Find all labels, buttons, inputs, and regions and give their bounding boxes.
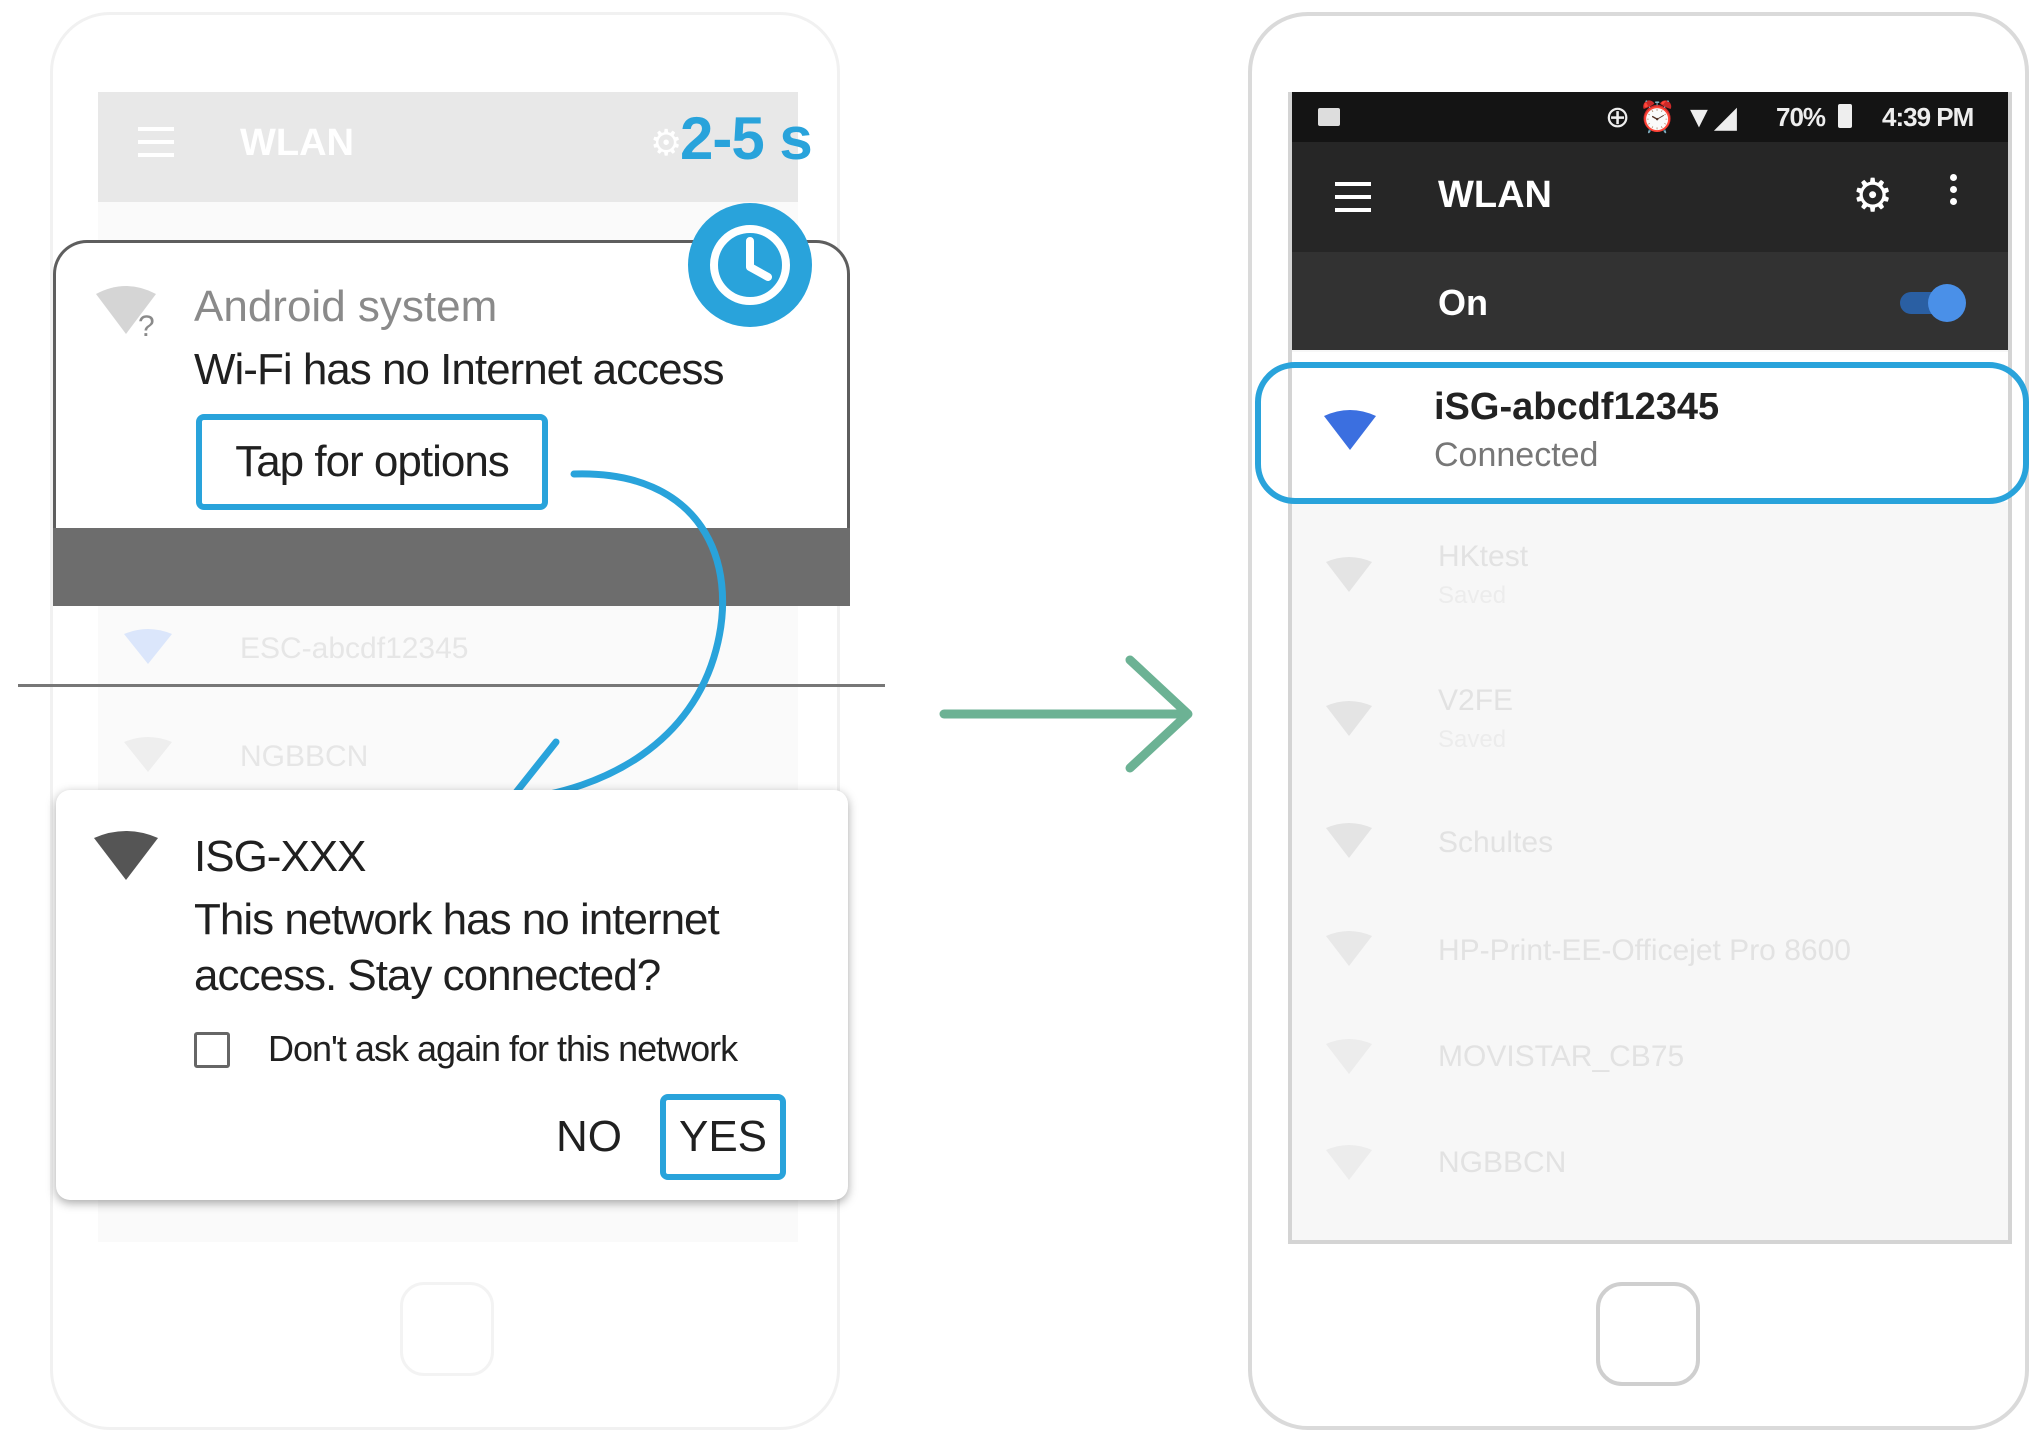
wifi-icon — [1326, 931, 1372, 966]
wifi-icon — [1326, 1039, 1372, 1074]
battery-level: 70% — [1776, 102, 1826, 132]
wlan-toggle-thumb[interactable] — [1928, 284, 1966, 322]
network-ssid[interactable]: Schultes — [1438, 826, 1553, 860]
status-icons: ⊕ ⏰ ▼◢ — [1605, 101, 1737, 134]
network-ssid[interactable]: HKtest — [1438, 540, 1528, 574]
network-status: Saved — [1438, 726, 1507, 753]
flow-arrow-curved — [506, 470, 727, 826]
app-title: WLAN — [1438, 174, 1552, 216]
network-ssid[interactable]: MOVISTAR_CB75 — [1438, 1040, 1684, 1074]
network-ssid[interactable]: NGBBCN — [1438, 1146, 1566, 1180]
app-bar — [1292, 142, 2008, 252]
wlan-switch-label: On — [1438, 282, 1488, 323]
connected-network-highlight — [1255, 362, 2029, 504]
status-time: 4:39 PM — [1882, 102, 1974, 132]
more-vert-icon[interactable] — [1950, 174, 1958, 208]
wifi-icon — [1326, 701, 1372, 736]
image-notification-icon — [1318, 108, 1340, 126]
left-home-button — [400, 1282, 494, 1376]
no-button[interactable]: NO — [556, 1112, 622, 1162]
dialog-ssid: ISG-XXX — [194, 832, 366, 881]
wifi-icon — [1326, 823, 1372, 858]
next-step-arrow — [939, 655, 1193, 773]
wifi-icon — [1326, 1145, 1372, 1180]
menu-icon[interactable] — [1335, 182, 1371, 212]
wifi-icon — [1326, 557, 1372, 592]
battery-icon — [1838, 104, 1852, 128]
home-button[interactable] — [1596, 1282, 1700, 1386]
network-ssid[interactable]: HP-Print-EE-Officejet Pro 8600 — [1438, 934, 1851, 968]
gear-icon[interactable]: ⚙ — [1852, 168, 1893, 222]
network-status: Saved — [1438, 582, 1507, 609]
dialog-message: This network has no internet access. Sta… — [194, 895, 720, 1000]
yes-button[interactable]: YES — [660, 1094, 786, 1180]
dont-ask-again-label: Don't ask again for this network — [268, 1028, 738, 1069]
dont-ask-again-checkbox[interactable] — [194, 1032, 230, 1068]
wifi-signal-icon — [94, 831, 158, 880]
network-ssid[interactable]: V2FE — [1438, 684, 1513, 718]
